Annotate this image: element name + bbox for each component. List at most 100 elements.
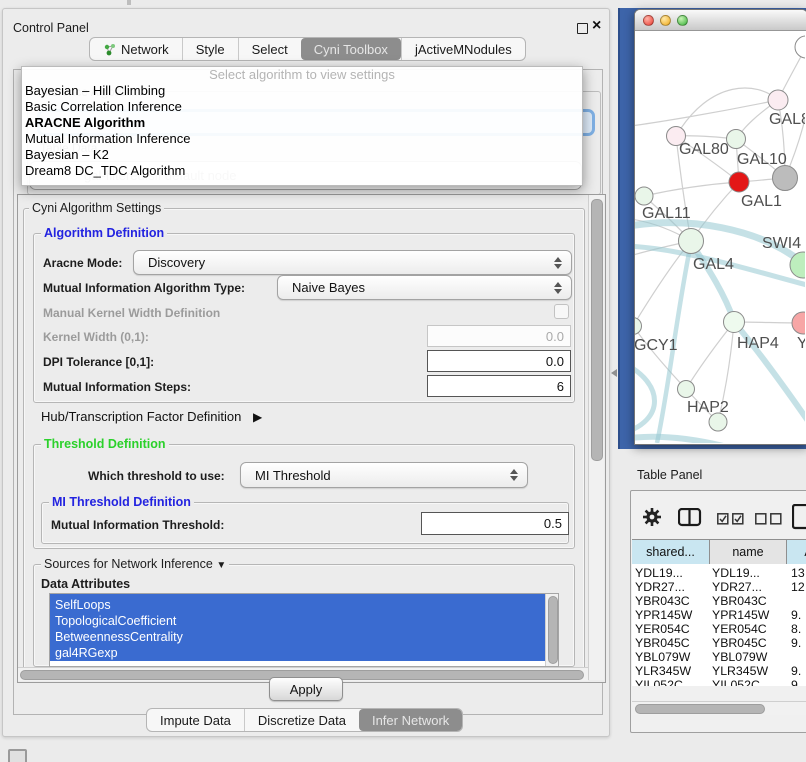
network-node-label: GAL4 <box>693 256 734 273</box>
table-row[interactable]: YDR27...YDR27...12 <box>632 580 806 594</box>
network-node-y[interactable] <box>792 312 805 334</box>
zoom-window-icon[interactable] <box>677 15 688 26</box>
aracne-mode-combo[interactable]: Discovery <box>133 250 572 275</box>
list-scrollbar[interactable] <box>545 594 558 666</box>
table-row[interactable]: YBR043CYBR043C <box>632 594 806 608</box>
table-row[interactable]: YER054CYER054C8. <box>632 622 806 636</box>
tab-label: Select <box>252 42 288 57</box>
settings-vscrollbar[interactable] <box>588 195 604 680</box>
table-hscrollbar-thumb[interactable] <box>635 704 765 714</box>
float-window-icon[interactable] <box>577 23 588 34</box>
application-window: Control Panel × Network Style <box>0 0 806 762</box>
tab-cyni-toolbox[interactable]: Cyni Toolbox <box>301 38 401 60</box>
dropdown-item[interactable]: Dream8 DC_TDC Algorithm <box>22 163 582 179</box>
attribute-item[interactable]: TopologicalCoefficient <box>50 613 546 629</box>
deselect-all-icon[interactable] <box>755 512 782 530</box>
attribute-item[interactable]: SelfLoops <box>50 597 546 613</box>
table-row[interactable]: YDL19...YDL19...13 <box>632 566 806 580</box>
close-window-icon[interactable] <box>643 15 654 26</box>
cell-shared-name: YDL19... <box>632 566 712 580</box>
tab-select[interactable]: Select <box>238 38 301 60</box>
hub-definition-toggle[interactable]: Hub/Transcription Factor Definition ▶ <box>41 409 262 424</box>
dpi-tolerance-field[interactable]: 0.0 <box>427 350 571 372</box>
network-icon <box>103 43 116 56</box>
network-node[interactable] <box>709 413 727 431</box>
network-node-label: SWI4 <box>762 235 801 252</box>
minimize-window-icon[interactable] <box>660 15 671 26</box>
network-window-titlebar[interactable] <box>635 10 806 31</box>
dropdown-item[interactable]: ARACNE Algorithm <box>22 115 582 131</box>
tab-label: Discretize Data <box>258 713 346 728</box>
column-header-name[interactable]: name <box>710 540 787 564</box>
network-node-gal4[interactable] <box>679 229 704 254</box>
cell-name: YLR345W <box>712 664 789 678</box>
settings-vscrollbar-thumb[interactable] <box>591 199 603 461</box>
dropdown-item[interactable]: Basic Correlation Inference <box>22 99 582 115</box>
network-node-gal10[interactable] <box>727 130 746 149</box>
close-icon[interactable]: × <box>592 17 601 35</box>
mi-threshold-field[interactable]: 0.5 <box>421 512 569 535</box>
network-edge[interactable] <box>635 437 805 443</box>
cell-name: YBR045C <box>712 636 789 650</box>
dropdown-item[interactable]: Bayesian – Hill Climbing <box>22 83 582 99</box>
manual-kernel-checkbox[interactable] <box>554 304 569 319</box>
table-row[interactable]: YLR345WYLR345W9. <box>632 664 806 678</box>
network-node-gcy1[interactable] <box>635 318 642 335</box>
attribute-item[interactable]: BetweennessCentrality <box>50 629 546 645</box>
data-attributes-list: SelfLoopsTopologicalCoefficientBetweenne… <box>49 593 559 667</box>
network-view-window: GAL8GAL80GAL10GAL1GAL11GAL4SWI4YHAP4GCY1… <box>634 9 806 445</box>
table-panel: shared... name A YDL19...YDL19...13 YDR2… <box>630 490 806 733</box>
which-threshold-label: Which threshold to use: <box>88 469 225 483</box>
network-node-gal1[interactable] <box>729 172 749 192</box>
cell-shared-name: YBL079W <box>632 650 712 664</box>
cell-shared-name: YBR043C <box>632 594 712 608</box>
list-scrollbar-thumb[interactable] <box>548 596 558 664</box>
table-row[interactable]: YBL079WYBL079W <box>632 650 806 664</box>
tab-discretize-data[interactable]: Discretize Data <box>244 709 359 731</box>
cell-name: YER054C <box>712 622 789 636</box>
tab-style[interactable]: Style <box>182 38 238 60</box>
network-node-gal11[interactable] <box>635 187 653 205</box>
network-node-gal8[interactable] <box>768 90 788 110</box>
which-threshold-combo[interactable]: MI Threshold <box>240 462 528 488</box>
network-node[interactable] <box>773 166 798 191</box>
mi-steps-field[interactable]: 6 <box>427 375 571 397</box>
network-node-hap2[interactable] <box>678 381 695 398</box>
tab-impute-data[interactable]: Impute Data <box>147 709 244 731</box>
attribute-item[interactable]: gal4RGexp <box>50 645 546 661</box>
sources-group-title[interactable]: Sources for Network Inference ▼ <box>41 557 229 571</box>
mi-type-combo[interactable]: Naive Bayes <box>277 275 572 300</box>
column-header-partial[interactable]: A <box>787 540 806 564</box>
columns-icon[interactable] <box>678 508 702 532</box>
network-node[interactable] <box>795 36 805 58</box>
cell-shared-name: YPR145W <box>632 608 712 622</box>
network-edge[interactable] <box>635 100 778 127</box>
tab-label: Impute Data <box>160 713 231 728</box>
kernel-width-field[interactable]: 0.0 <box>427 325 571 347</box>
tab-infer-network[interactable]: Infer Network <box>359 709 462 731</box>
table-row[interactable]: YIL052CYIL052C9 <box>632 678 806 686</box>
dropdown-item[interactable]: Mutual Information Inference <box>22 131 582 147</box>
select-all-icon[interactable] <box>717 512 744 530</box>
network-edge[interactable] <box>644 182 739 196</box>
tab-jactivemnodules[interactable]: jActiveMNodules <box>401 38 525 60</box>
table-row[interactable]: YPR145WYPR145W9. <box>632 608 806 622</box>
cell-name: YIL052C <box>712 678 789 686</box>
network-node-hap4[interactable] <box>724 312 745 333</box>
table-hscrollbar[interactable] <box>632 701 806 715</box>
apply-button[interactable]: Apply <box>269 677 343 701</box>
network-canvas[interactable]: GAL8GAL80GAL10GAL1GAL11GAL4SWI4YHAP4GCY1… <box>635 31 805 443</box>
gear-icon[interactable] <box>642 507 662 532</box>
cell-value: 8. <box>789 622 801 636</box>
cell-shared-name: YBR045C <box>632 636 712 650</box>
table-row[interactable]: YBR045CYBR045C9. <box>632 636 806 650</box>
network-edge[interactable] <box>635 363 655 433</box>
tab-network[interactable]: Network <box>90 38 182 60</box>
dropdown-item[interactable]: Bayesian – K2 <box>22 147 582 163</box>
network-edge[interactable] <box>691 243 734 321</box>
column-header-shared-name[interactable]: shared... <box>632 540 710 564</box>
new-table-icon[interactable] <box>792 504 806 535</box>
floating-panel-grip-icon[interactable] <box>8 749 27 762</box>
cell-shared-name: YLR345W <box>632 664 712 678</box>
splitpane-collapse-arrow-icon[interactable] <box>611 369 617 377</box>
